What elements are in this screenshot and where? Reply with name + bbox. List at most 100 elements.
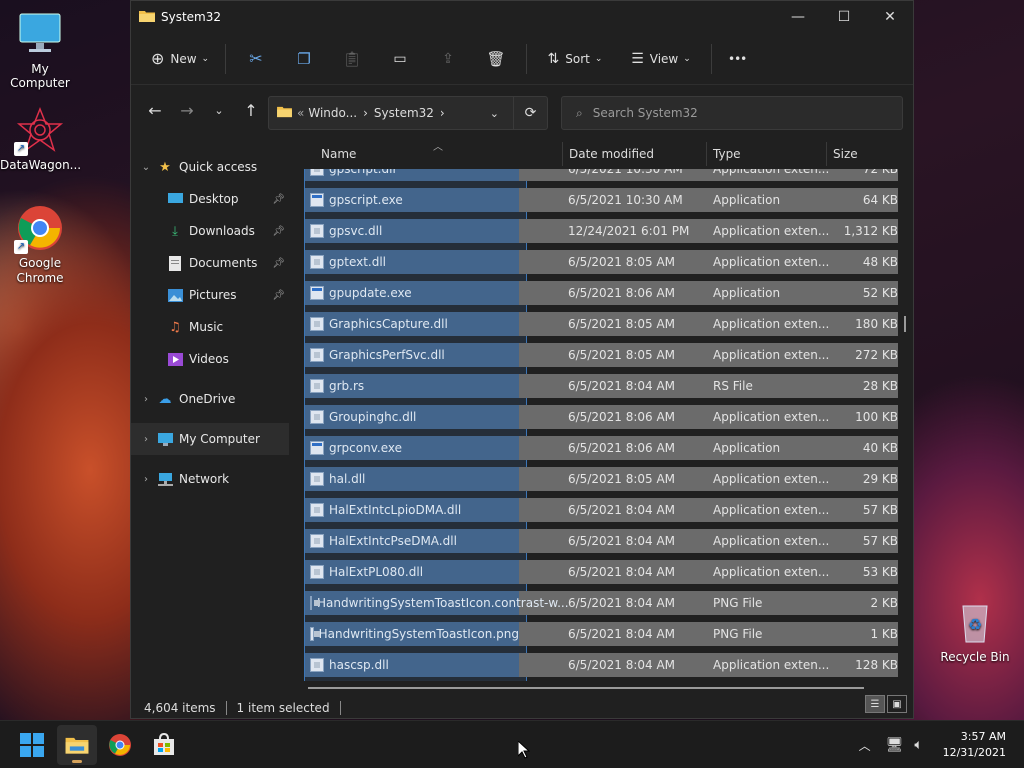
sidebar-item-videos[interactable]: Videos xyxy=(131,343,289,375)
breadcrumb-system32[interactable]: System32 xyxy=(374,106,434,120)
taskbar-file-explorer[interactable] xyxy=(57,725,97,765)
forward-button[interactable]: → xyxy=(171,94,203,126)
details-view-button[interactable]: ☰ xyxy=(865,695,885,713)
file-name-cell[interactable]: gptext.dll xyxy=(305,250,519,274)
file-name-cell[interactable]: gpsvc.dll xyxy=(305,219,519,243)
volume-icon[interactable]: 🔈︎ xyxy=(907,737,931,753)
table-row[interactable]: grb.rs 6/5/2021 8:04 AM RS File 28 KB xyxy=(305,374,898,398)
chevron-down-icon: ⌄ xyxy=(683,53,691,64)
title-bar[interactable]: System32 — ☐ ✕ xyxy=(131,1,913,33)
file-name-cell[interactable]: HalExtPL080.dll xyxy=(305,560,519,584)
file-name-cell[interactable]: GraphicsPerfSvc.dll xyxy=(305,343,519,367)
table-row[interactable]: HalExtIntcLpioDMA.dll 6/5/2021 8:04 AM App… xyxy=(305,498,898,522)
more-options-button[interactable]: ••• xyxy=(718,42,756,76)
network-status-icon[interactable]: 🖥︎ xyxy=(883,737,907,753)
desktop-icon-datawagon[interactable]: ↗ DataWagon... xyxy=(0,106,81,172)
up-button[interactable]: ↑ xyxy=(235,94,267,126)
taskbar-chrome[interactable] xyxy=(100,725,140,765)
back-button[interactable]: ← xyxy=(139,94,171,126)
horizontal-scrollbar[interactable] xyxy=(308,687,864,689)
sidebar-quick-access[interactable]: ⌄ ★ Quick access xyxy=(131,151,289,183)
chevron-right-icon[interactable]: › xyxy=(139,394,153,405)
sidebar-item-pictures[interactable]: Pictures 📌︎ xyxy=(131,279,289,311)
breadcrumb-windows[interactable]: Windo... xyxy=(308,106,357,120)
chevron-down-icon[interactable]: ⌄ xyxy=(139,162,153,173)
file-name-cell[interactable]: grb.rs xyxy=(305,374,519,398)
new-button[interactable]: ⊕ New ⌄ xyxy=(141,42,219,76)
column-header-type[interactable]: Type xyxy=(713,139,741,169)
table-row[interactable]: HandwritingSystemToastIcon.contrast-w...… xyxy=(305,591,898,615)
file-name-cell[interactable]: hascsp.dll xyxy=(305,653,519,677)
file-name-cell[interactable]: GraphicsCapture.dll xyxy=(305,312,519,336)
desktop-icon-label: Recycle Bin xyxy=(940,650,1010,664)
sort-button[interactable]: ⇅ Sort ⌄ xyxy=(533,42,617,76)
start-button[interactable] xyxy=(12,725,52,765)
table-row[interactable]: gpscript.exe 6/5/2021 10:30 AM Application… xyxy=(305,188,898,212)
minimize-button[interactable]: — xyxy=(775,1,821,33)
file-name-cell[interactable]: grpconv.exe xyxy=(305,436,519,460)
sidebar-item-onedrive[interactable]: › ☁ OneDrive xyxy=(131,383,289,415)
file-name-cell[interactable]: HalExtIntcPseDMA.dll xyxy=(305,529,519,553)
file-name-cell[interactable]: HalExtIntcLpioDMA.dll xyxy=(305,498,519,522)
copy-button[interactable]: ❐ xyxy=(280,42,328,76)
column-header-name[interactable]: Name xyxy=(321,139,356,169)
paste-button[interactable]: 📋︎ xyxy=(328,42,376,76)
share-button[interactable]: ⇪ xyxy=(424,42,472,76)
window-title: System32 xyxy=(161,10,222,24)
cut-button[interactable]: ✂ xyxy=(232,42,280,76)
sidebar-item-downloads[interactable]: ⤓ Downloads 📌︎ xyxy=(131,215,289,247)
file-date: 6/5/2021 8:06 AM xyxy=(568,410,676,424)
chevron-right-icon[interactable]: › xyxy=(139,434,153,445)
column-header-size[interactable]: Size xyxy=(833,139,858,169)
clock[interactable]: 3:57 AM 12/31/2021 xyxy=(931,729,1024,761)
file-name-cell[interactable]: gpscript.exe xyxy=(305,188,519,212)
chevron-right-icon[interactable]: › xyxy=(139,474,153,485)
file-name-cell[interactable]: Groupinghc.dll xyxy=(305,405,519,429)
view-button[interactable]: ☰ View ⌄ xyxy=(617,42,705,76)
file-name-cell[interactable]: hal.dll xyxy=(305,467,519,491)
table-row[interactable]: gpupdate.exe 6/5/2021 8:06 AM Application 5… xyxy=(305,281,898,305)
tiles-view-button[interactable]: ▣ xyxy=(887,695,907,713)
delete-button[interactable]: 🗑︎ xyxy=(472,42,520,76)
column-divider[interactable] xyxy=(826,142,827,166)
refresh-button[interactable]: ⟳ xyxy=(513,97,547,129)
table-row[interactable]: HalExtPL080.dll 6/5/2021 8:04 AM Applicati… xyxy=(305,560,898,584)
sidebar-item-documents[interactable]: Documents 📌︎ xyxy=(131,247,289,279)
column-header-date[interactable]: Date modified xyxy=(569,139,654,169)
table-row[interactable]: hascsp.dll 6/5/2021 8:04 AM Application ex… xyxy=(305,653,898,677)
table-row[interactable]: gpsvc.dll 12/24/2021 6:01 PM Application e… xyxy=(305,219,898,243)
sidebar-item-network[interactable]: › Network xyxy=(131,463,289,495)
maximize-button[interactable]: ☐ xyxy=(821,1,867,33)
file-date: 6/5/2021 8:04 AM xyxy=(568,534,676,548)
desktop-icon-my-computer[interactable]: My Computer xyxy=(0,10,80,90)
close-button[interactable]: ✕ xyxy=(867,1,913,33)
rename-button[interactable]: ▭ xyxy=(376,42,424,76)
overflow-crumb[interactable]: « xyxy=(297,106,304,120)
table-row[interactable]: Groupinghc.dll 6/5/2021 8:06 AM Applicatio… xyxy=(305,405,898,429)
address-bar[interactable]: « Windo... › System32 › ⌄ ⟳ xyxy=(268,96,548,130)
column-divider[interactable] xyxy=(562,142,563,166)
table-row[interactable]: grpconv.exe 6/5/2021 8:06 AM Application 40… xyxy=(305,436,898,460)
file-name-cell[interactable]: gpupdate.exe xyxy=(305,281,519,305)
search-box[interactable]: ⌕ Search System32 xyxy=(561,96,903,130)
table-row[interactable]: hal.dll 6/5/2021 8:05 AM Application exten… xyxy=(305,467,898,491)
table-row[interactable]: HalExtIntcPseDMA.dll 6/5/2021 8:04 AM Appl… xyxy=(305,529,898,553)
desktop-icon-chrome[interactable]: ↗ Google Chrome xyxy=(0,204,80,286)
file-name-cell[interactable]: HandwritingSystemToastIcon.contrast-w... xyxy=(305,591,569,615)
table-row[interactable]: gptext.dll 6/5/2021 8:05 AM Application ex… xyxy=(305,250,898,274)
sidebar-item-music[interactable]: ♫ Music xyxy=(131,311,289,343)
table-row[interactable]: HandwritingSystemToastIcon.png 6/5/2021 8… xyxy=(305,622,898,646)
recent-locations-button[interactable]: ⌄ xyxy=(203,94,235,126)
column-divider[interactable] xyxy=(706,142,707,166)
taskbar-store[interactable] xyxy=(144,725,184,765)
desktop-icon-recycle-bin[interactable]: ♻ Recycle Bin xyxy=(935,598,1015,664)
address-history-button[interactable]: ⌄ xyxy=(490,107,499,120)
table-row[interactable]: GraphicsCapture.dll 6/5/2021 8:05 AM Appli… xyxy=(305,312,898,336)
file-name-cell[interactable]: HandwritingSystemToastIcon.png xyxy=(305,622,519,646)
vertical-scrollbar[interactable] xyxy=(904,316,906,332)
file-size: 29 KB xyxy=(862,472,898,486)
table-row[interactable]: GraphicsPerfSvc.dll 6/5/2021 8:05 AM Appli… xyxy=(305,343,898,367)
sidebar-item-my-computer[interactable]: › My Computer xyxy=(131,423,289,455)
sidebar-item-desktop[interactable]: Desktop 📌︎ xyxy=(131,183,289,215)
show-hidden-icons-button[interactable]: ︿ xyxy=(853,737,877,754)
